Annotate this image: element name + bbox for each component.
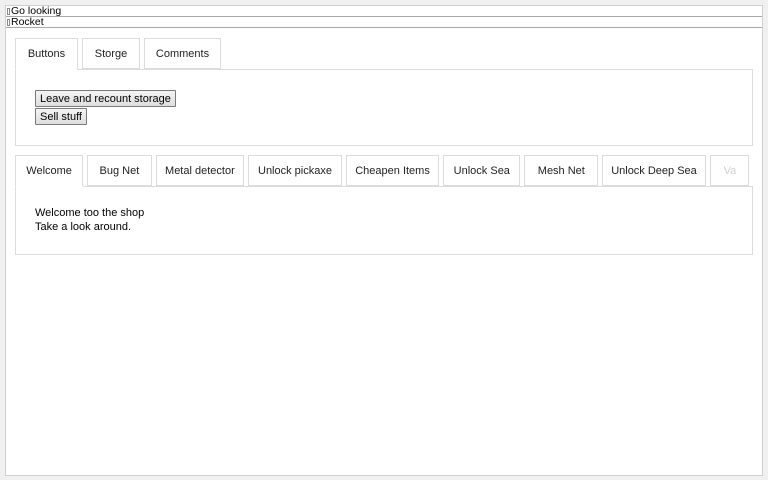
tab-unlock-deep-sea[interactable]: Unlock Deep Sea: [602, 155, 706, 186]
tab-mesh-net-label: Mesh Net: [537, 164, 585, 177]
upper-tab-bar: Buttons Storge Comments: [15, 38, 225, 70]
tab-buttons[interactable]: Buttons: [15, 38, 78, 70]
tab-mesh-net[interactable]: Mesh Net: [524, 155, 599, 186]
tab-storge[interactable]: Storge: [82, 38, 140, 69]
lower-tab-bar: Welcome Bug Net Metal detector Unlock pi…: [15, 155, 753, 187]
tab-cheapen-items-label: Cheapen Items: [355, 164, 430, 177]
sell-stuff-button[interactable]: Sell stuff: [35, 108, 87, 125]
collapsible-rocket[interactable]: Rocket: [6, 17, 762, 28]
tab-va-label: Va: [723, 164, 737, 177]
buttons-tab-panel: Leave and recount storage Sell stuff: [15, 69, 753, 146]
tab-buttons-label: Buttons: [27, 48, 66, 60]
tab-unlock-sea-label: Unlock Sea: [453, 164, 510, 177]
leave-and-recount-button[interactable]: Leave and recount storage: [35, 90, 176, 107]
tab-va[interactable]: Va: [709, 155, 749, 186]
tab-storge-label: Storge: [94, 47, 128, 60]
rocket-label: Rocket: [11, 16, 44, 28]
tab-unlock-pickaxe[interactable]: Unlock pickaxe: [248, 155, 342, 186]
expand-icon[interactable]: [7, 18, 10, 26]
welcome-message-line1: Welcome too the shop: [35, 207, 145, 219]
welcome-tab-panel: Welcome too the shop Take a look around.: [15, 186, 753, 255]
go-looking-label: Go looking: [11, 5, 62, 17]
expand-icon[interactable]: [7, 7, 10, 15]
tab-bug-net-label: Bug Net: [99, 164, 140, 177]
tab-bug-net[interactable]: Bug Net: [87, 155, 152, 186]
tab-comments-label: Comments: [155, 47, 210, 60]
tab-unlock-deep-sea-label: Unlock Deep Sea: [611, 164, 697, 177]
tab-welcome-label: Welcome: [26, 165, 72, 177]
tab-unlock-sea[interactable]: Unlock Sea: [443, 155, 521, 186]
welcome-message-line2: Take a look around.: [35, 221, 132, 233]
tab-cheapen-items[interactable]: Cheapen Items: [345, 155, 440, 186]
tab-comments[interactable]: Comments: [144, 38, 221, 69]
collapsible-go-looking[interactable]: Go looking: [6, 6, 762, 17]
tab-metal-detector[interactable]: Metal detector: [155, 155, 245, 186]
tab-metal-detector-label: Metal detector: [165, 164, 235, 177]
tab-unlock-pickaxe-label: Unlock pickaxe: [258, 164, 332, 177]
tab-welcome[interactable]: Welcome: [15, 155, 84, 187]
